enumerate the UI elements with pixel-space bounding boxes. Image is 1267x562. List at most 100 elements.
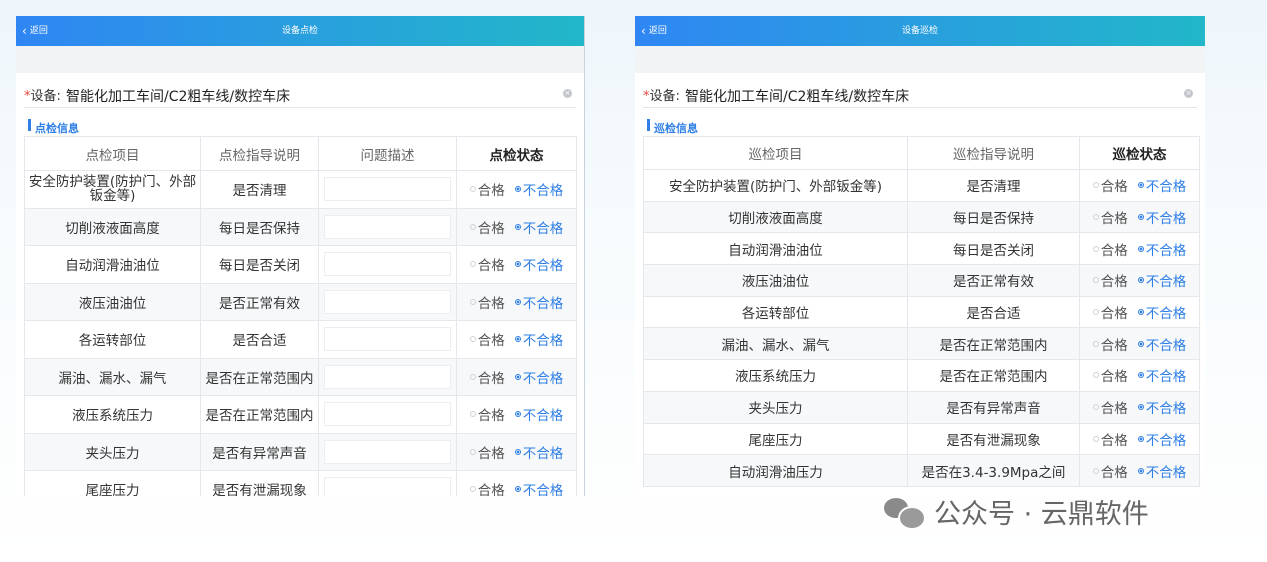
device-label: *设备: — [643, 85, 680, 104]
description-cell — [318, 320, 457, 359]
radio-fail[interactable]: 不合格 — [1137, 239, 1186, 259]
guide-cell: 是否有异常声音 — [200, 432, 319, 471]
guide-cell: 每日是否保持 — [907, 200, 1080, 234]
section-marker — [647, 119, 650, 131]
status-cell: 合格 不合格 — [1079, 295, 1200, 329]
radio-fail[interactable]: 不合格 — [514, 479, 563, 496]
wechat-icon — [884, 496, 926, 530]
radio-pass[interactable]: 合格 — [1092, 334, 1128, 354]
radio-fail[interactable]: 不合格 — [514, 292, 563, 312]
table-row: 尾座压力 是否有泄漏现象 合格 不合格 — [643, 422, 1200, 456]
radio-fail[interactable]: 不合格 — [514, 329, 563, 349]
guide-cell: 是否合适 — [200, 320, 319, 359]
description-input[interactable] — [324, 214, 451, 239]
inspection-panel-right: ‹ 返回 设备巡检 *设备: 智能化加工车间/C2粗车线/数控车床 × 巡检信息… — [635, 16, 1205, 496]
radio-selected-icon — [1137, 182, 1144, 189]
device-field[interactable]: *设备: 智能化加工车间/C2粗车线/数控车床 × — [643, 73, 1197, 108]
radio-selected-icon — [514, 223, 521, 230]
clear-icon[interactable]: × — [563, 89, 572, 98]
description-input[interactable] — [324, 289, 451, 314]
description-cell — [318, 207, 457, 246]
device-label-text: 设备: — [30, 89, 61, 104]
radio-pass[interactable]: 合格 — [469, 292, 505, 312]
radio-fail[interactable]: 不合格 — [1137, 270, 1186, 290]
radio-pass[interactable]: 合格 — [1092, 461, 1128, 481]
description-input[interactable] — [324, 364, 451, 389]
status-cell: 合格 不合格 — [456, 395, 577, 434]
description-cell — [318, 170, 457, 209]
page-title: 设备点检 — [281, 26, 318, 36]
guide-cell: 是否正常有效 — [200, 282, 319, 321]
clear-icon[interactable]: × — [1184, 89, 1193, 98]
spacer-bar — [635, 46, 1205, 73]
item-cell: 尾座压力 — [24, 470, 201, 496]
radio-pass[interactable]: 合格 — [1092, 175, 1128, 195]
table-row: 各运转部位 是否合适 合格 不合格 — [24, 320, 577, 359]
radio-icon — [1092, 309, 1099, 316]
status-cell: 合格 不合格 — [1079, 327, 1200, 361]
radio-selected-icon — [514, 298, 521, 305]
radio-icon — [469, 448, 476, 455]
radio-pass[interactable]: 合格 — [469, 329, 505, 349]
status-cell: 合格 不合格 — [1079, 390, 1200, 424]
table-row: 各运转部位 是否合适 合格 不合格 — [643, 295, 1200, 329]
column-header: 巡检指导说明 — [907, 136, 1080, 170]
radio-selected-icon — [1137, 404, 1144, 411]
radio-pass[interactable]: 合格 — [1092, 302, 1128, 322]
table-row: 安全防护装置(防护门、外部钣金等) 是否清理 合格 不合格 — [643, 169, 1200, 202]
description-input[interactable] — [324, 177, 451, 202]
radio-pass[interactable]: 合格 — [469, 367, 505, 387]
radio-selected-icon — [1137, 467, 1144, 474]
column-header: 点检指导说明 — [200, 136, 319, 171]
status-cell: 合格 不合格 — [1079, 422, 1200, 456]
description-input[interactable] — [324, 402, 451, 427]
description-cell — [318, 470, 457, 496]
radio-fail[interactable]: 不合格 — [514, 254, 563, 274]
description-cell — [318, 432, 457, 471]
title-bar: ‹ 返回 设备点检 — [16, 16, 584, 46]
radio-pass[interactable]: 合格 — [1092, 429, 1128, 449]
radio-icon — [469, 336, 476, 343]
radio-icon — [1092, 435, 1099, 442]
radio-fail[interactable]: 不合格 — [1137, 302, 1186, 322]
radio-pass[interactable]: 合格 — [469, 179, 505, 199]
radio-pass[interactable]: 合格 — [1092, 397, 1128, 417]
radio-pass[interactable]: 合格 — [469, 442, 505, 462]
table-row: 漏油、漏水、漏气 是否在正常范围内 合格 不合格 — [24, 357, 577, 396]
radio-fail[interactable]: 不合格 — [514, 367, 563, 387]
radio-fail[interactable]: 不合格 — [1137, 365, 1186, 385]
item-cell: 切削液液面高度 — [643, 200, 908, 234]
radio-pass[interactable]: 合格 — [469, 254, 505, 274]
radio-fail[interactable]: 不合格 — [514, 217, 563, 237]
radio-pass[interactable]: 合格 — [1092, 239, 1128, 259]
device-label: *设备: — [24, 85, 61, 104]
radio-fail[interactable]: 不合格 — [1137, 429, 1186, 449]
device-field[interactable]: *设备: 智能化加工车间/C2粗车线/数控车床 × — [24, 73, 576, 108]
status-cell: 合格 不合格 — [1079, 264, 1200, 297]
radio-pass[interactable]: 合格 — [1092, 270, 1128, 290]
description-input[interactable] — [324, 327, 451, 352]
inspection-table: 点检项目 点检指导说明 问题描述 点检状态 安全防护装置(防护门、外部钣金等) 是… — [24, 136, 577, 496]
description-input[interactable] — [324, 252, 451, 277]
radio-fail[interactable]: 不合格 — [514, 179, 563, 199]
radio-fail[interactable]: 不合格 — [1137, 175, 1186, 195]
radio-pass[interactable]: 合格 — [469, 404, 505, 424]
radio-icon — [1092, 277, 1099, 284]
radio-pass[interactable]: 合格 — [469, 217, 505, 237]
radio-fail[interactable]: 不合格 — [1137, 397, 1186, 417]
radio-fail[interactable]: 不合格 — [514, 404, 563, 424]
radio-fail[interactable]: 不合格 — [1137, 207, 1186, 227]
radio-pass[interactable]: 合格 — [469, 479, 505, 496]
description-input[interactable] — [324, 439, 451, 464]
radio-selected-icon — [514, 186, 521, 193]
description-input[interactable] — [324, 477, 451, 496]
radio-fail[interactable]: 不合格 — [1137, 461, 1186, 481]
radio-fail[interactable]: 不合格 — [1137, 334, 1186, 354]
guide-cell: 是否正常有效 — [907, 264, 1080, 297]
status-cell: 合格 不合格 — [456, 320, 577, 359]
radio-fail[interactable]: 不合格 — [514, 442, 563, 462]
table-row: 漏油、漏水、漏气 是否在正常范围内 合格 不合格 — [643, 327, 1200, 361]
radio-icon — [469, 373, 476, 380]
radio-pass[interactable]: 合格 — [1092, 365, 1128, 385]
radio-pass[interactable]: 合格 — [1092, 207, 1128, 227]
